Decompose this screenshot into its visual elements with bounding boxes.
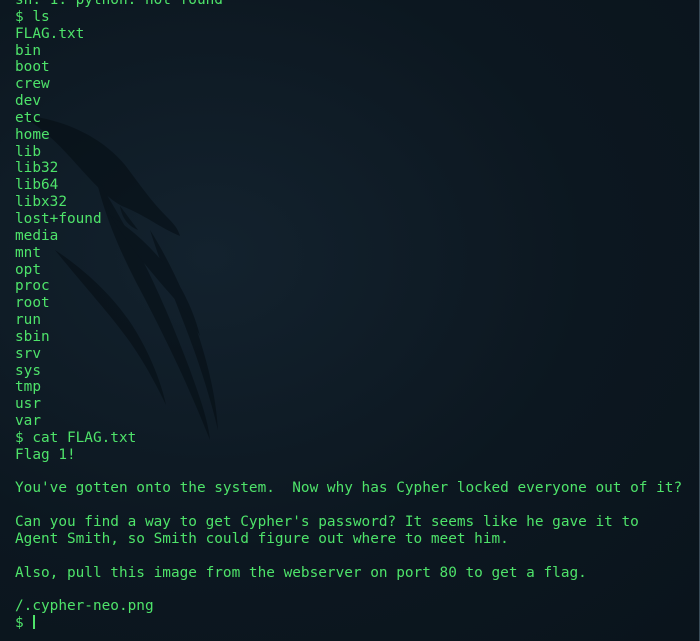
terminal-line: opt [15, 261, 41, 278]
terminal-line: Also, pull this image from the webserver… [15, 564, 587, 581]
terminal-line: bin [15, 42, 41, 59]
terminal-line: etc [15, 109, 41, 126]
terminal-line: mnt [15, 244, 41, 261]
terminal-line: lib32 [15, 160, 59, 177]
terminal-line: $ ls [15, 8, 50, 25]
terminal-line: run [15, 312, 41, 329]
terminal-line: home [15, 126, 50, 143]
terminal-line: lib [15, 143, 41, 160]
terminal-line: libx32 [15, 194, 67, 211]
terminal-line: Agent Smith, so Smith could figure out w… [15, 531, 509, 547]
terminal-line: sys [15, 362, 41, 379]
terminal-output: sh: 1: python: not found $ ls FLAG.txt b… [15, 0, 682, 632]
terminal-window[interactable]: sh: 1: python: not found $ ls FLAG.txt b… [0, 0, 700, 641]
terminal-line: /.cypher-neo.png [15, 598, 154, 615]
terminal-line: crew [15, 76, 50, 93]
terminal-line: FLAG.txt [15, 25, 85, 42]
terminal-line: $ cat FLAG.txt [15, 429, 137, 446]
terminal-line: usr [15, 396, 41, 413]
terminal-line: media [15, 227, 59, 244]
terminal-line: proc [15, 278, 50, 295]
command-prompt-line[interactable]: $ [15, 615, 682, 632]
terminal-line: dev [15, 93, 41, 110]
terminal-line: srv [15, 345, 41, 362]
terminal-line: Can you find a way to get Cypher's passw… [15, 514, 639, 531]
prompt-symbol: $ [15, 615, 33, 632]
terminal-line: Flag 1! [15, 446, 76, 463]
terminal-line: lost+found [15, 210, 102, 227]
terminal-line: tmp [15, 379, 41, 396]
terminal-line: var [15, 413, 41, 430]
text-cursor [33, 615, 35, 630]
terminal-line: You've gotten onto the system. Now why h… [15, 480, 683, 497]
terminal-line: lib64 [15, 177, 59, 194]
terminal-line: sh: 1: python: not found [15, 0, 223, 8]
terminal-line: root [15, 295, 50, 312]
terminal-line: sbin [15, 328, 50, 345]
terminal-line: boot [15, 59, 50, 76]
